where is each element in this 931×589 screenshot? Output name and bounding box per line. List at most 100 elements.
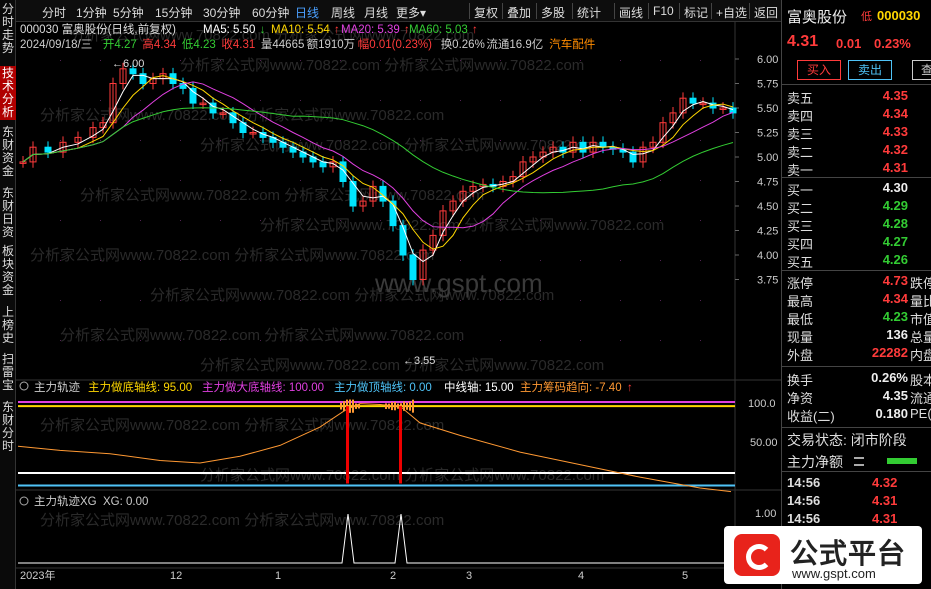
stat2-row-1: 净资 4.35 流通 — [782, 387, 931, 405]
grid-dot — [500, 300, 501, 301]
info-6: 额1910万 — [307, 38, 356, 51]
y-tick-label: 3.75 — [757, 275, 778, 287]
price-change: 0.01 — [836, 36, 861, 51]
grid-dot — [340, 140, 341, 141]
bid-row-2: 买三 4.28 — [782, 215, 931, 233]
trade-button-0[interactable]: 买入 — [797, 60, 841, 80]
grid-dot — [580, 100, 581, 101]
grid-dot — [500, 140, 501, 141]
grid-dot — [140, 140, 141, 141]
info-7: 幅0.01(0.23%) — [358, 38, 432, 51]
grid-dot — [500, 60, 501, 61]
chip-bar — [343, 401, 345, 411]
grid-dot — [140, 100, 141, 101]
grid-dot — [380, 340, 381, 341]
ask-row-1: 卖四 4.34 — [782, 105, 931, 123]
grid-dot — [180, 180, 181, 181]
candle-body — [45, 147, 51, 152]
x-tick-label: 4 — [578, 570, 584, 582]
x-tick-label: 12 — [170, 570, 182, 582]
grid-dot — [60, 220, 61, 221]
ma-arrow-1: ↑ — [334, 24, 340, 36]
grid-dot — [420, 220, 421, 221]
stat-row-3: 现量 136 总量 — [782, 326, 931, 344]
bid-row-3-value: 4.27 — [883, 234, 908, 249]
grid-dot — [300, 140, 301, 141]
menu-icon[interactable] — [854, 457, 864, 466]
grid-dot — [60, 140, 61, 141]
ind1-collapse-icon — [20, 382, 28, 390]
candle-body — [410, 255, 416, 280]
watermark-text: 分析家公式网www.70822.com 分析家公式网www.70822.com — [180, 57, 584, 74]
net-flow-bar — [887, 458, 917, 464]
info-9: 流通16.9亿 — [486, 37, 543, 51]
grid-dot — [500, 100, 501, 101]
grid-dot — [300, 340, 301, 341]
grid-dot — [140, 340, 141, 341]
grid-dot — [380, 60, 381, 61]
grid-dot — [340, 220, 341, 221]
grid-dot — [420, 340, 421, 341]
net-flow-label: 主力净额 — [787, 452, 843, 472]
stat2-row-2-label: 收益(二) — [787, 406, 835, 425]
grid-dot — [300, 220, 301, 221]
candle-body — [580, 142, 586, 152]
grid-dot — [260, 140, 261, 141]
bid-row-0: 买一 4.30 — [782, 179, 931, 197]
grid-dot — [620, 140, 621, 141]
grid-dot — [460, 340, 461, 341]
stat-row-3-value: 136 — [886, 327, 908, 342]
ind1-item-2: 主力做顶轴线: 0.00 — [334, 380, 432, 394]
ask-row-0: 卖五 4.35 — [782, 87, 931, 105]
grid-dot — [100, 340, 101, 341]
ind1-trend-arrow: ↑ — [627, 382, 633, 394]
watermark-text: 分析家公式网www.70822.com 分析家公式网www.70822.com — [30, 247, 434, 264]
ind1-tick: 100.0 — [748, 398, 776, 410]
stat-row-0-value: 4.73 — [883, 273, 908, 288]
grid-dot — [60, 300, 61, 301]
chip-bar — [352, 400, 354, 413]
grid-dot — [620, 220, 621, 221]
grid-dot — [180, 140, 181, 141]
grid-dot — [220, 260, 221, 261]
tick-price-2: 4.31 — [872, 511, 897, 526]
candle-body — [400, 226, 406, 255]
info-10: 汽车配件 — [549, 37, 595, 51]
grid-dot — [700, 180, 701, 181]
chip-bar — [406, 403, 408, 410]
grid-dot — [500, 340, 501, 341]
ind1-item-3: 中线轴: 15.00 — [444, 380, 514, 394]
divider — [782, 270, 931, 271]
g-logo-icon — [734, 534, 780, 576]
ma-label-3: MA60: 5.03 — [409, 24, 468, 36]
ind1-item-1: 主力做大底轴线: 100.00 — [202, 380, 324, 394]
stat-row-4-label: 外盘 — [787, 345, 813, 364]
chart-title: 000030 富奥股份(日线,前复权) — [20, 22, 176, 36]
x-tick-label: 2023年 — [20, 568, 55, 582]
grid-dot — [540, 220, 541, 221]
grid-dot — [380, 180, 381, 181]
price-pct: 0.23% — [874, 36, 911, 51]
grid-dot — [220, 100, 221, 101]
ask-row-2: 卖三 4.33 — [782, 123, 931, 141]
bid-row-0-value: 4.30 — [883, 180, 908, 195]
grid-dot — [340, 260, 341, 261]
grid-dot — [380, 260, 381, 261]
trade-button-1[interactable]: 卖出 — [848, 60, 892, 80]
bid-row-3: 买四 4.27 — [782, 233, 931, 251]
grid-dot — [140, 260, 141, 261]
chip-bar — [397, 404, 399, 409]
grid-dot — [60, 60, 61, 61]
grid-dot — [220, 140, 221, 141]
grid-dot — [380, 220, 381, 221]
stat2-row-2-extra: PE( — [910, 406, 931, 421]
tick-price-0: 4.32 — [872, 475, 897, 490]
x-tick-label: 5 — [682, 570, 688, 582]
watermark-text: 分析家公式网www.70822.com 分析家公式网www.70822.com — [40, 512, 444, 529]
grid-dot — [100, 140, 101, 141]
grid-dot — [620, 60, 621, 61]
ask-row-4-value: 4.31 — [883, 160, 908, 175]
trade-button-2[interactable]: 查 — [912, 60, 931, 80]
right-panel: 富奥股份低 000030 4.31 0.01 0.23% 买入 卖出查卖五 4.35 卖四 4.3… — [781, 0, 931, 589]
watermark-text: 分析家公式网www.70822.com 分析家公式网www.70822.com — [200, 467, 604, 484]
